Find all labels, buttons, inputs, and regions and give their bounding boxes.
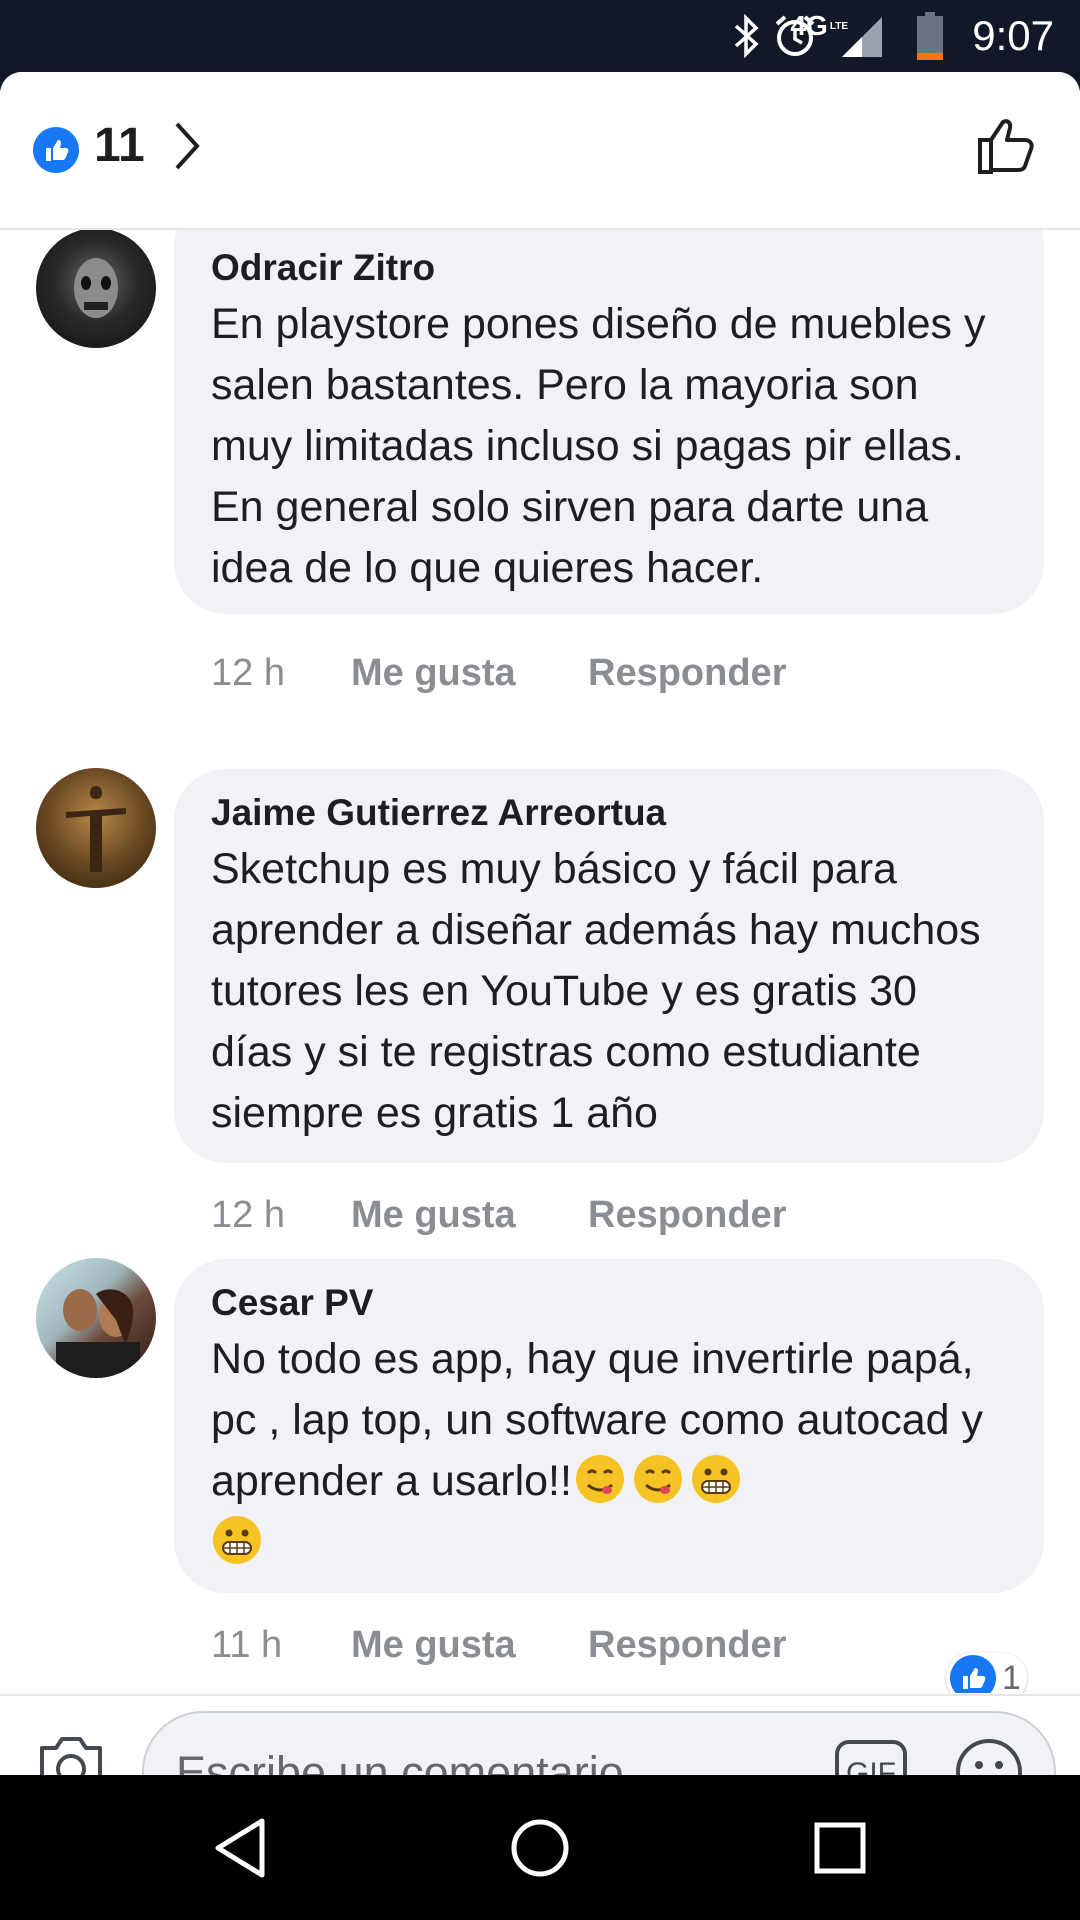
comment-reply-button[interactable]: Responder: [588, 1624, 786, 1667]
comment-text: En playstore pones diseño de muebles y s…: [211, 300, 986, 592]
system-nav-bar: [0, 1775, 1080, 1920]
battery-icon: [916, 0, 944, 72]
emoji-yum-icon: [632, 1453, 684, 1505]
comment-like-button[interactable]: Me gusta: [351, 1194, 516, 1237]
back-button[interactable]: [170, 1775, 310, 1920]
network-label: 4G: [790, 10, 828, 41]
back-icon: [215, 1818, 265, 1877]
bluetooth-icon: [732, 0, 762, 72]
gif-label: GIF: [846, 1757, 896, 1775]
chevron-right-icon[interactable]: [172, 120, 202, 177]
clock: 9:07: [972, 12, 1054, 59]
comment-bubble[interactable]: Cesar PV No todo es app, hay que inverti…: [174, 1259, 1044, 1593]
like-reaction-icon[interactable]: [33, 127, 79, 173]
comment-time: 12 h: [211, 652, 285, 694]
comment-text: No todo es app, hay que invertirle papá,…: [211, 1329, 1008, 1573]
comment-reply-button[interactable]: Responder: [588, 1194, 786, 1237]
avatar[interactable]: [36, 1258, 156, 1378]
thumbs-up-icon: [978, 119, 1034, 174]
comment-author[interactable]: Cesar PV: [211, 1281, 1008, 1325]
emoji-button[interactable]: [954, 1737, 1024, 1775]
recents-button[interactable]: [770, 1775, 910, 1920]
like-reaction-icon: [950, 1655, 996, 1693]
emoji-grin-icon: [211, 1514, 263, 1566]
comment-like-button[interactable]: Me gusta: [351, 1624, 516, 1667]
comments-sheet: 11 Odracir Zitro En playstore pones dise…: [0, 72, 1080, 1775]
comment-reply-button[interactable]: Responder: [588, 652, 786, 695]
camera-button[interactable]: [36, 1734, 106, 1775]
home-button[interactable]: [470, 1775, 610, 1920]
home-icon: [511, 1819, 569, 1876]
reaction-count[interactable]: 11: [94, 118, 145, 173]
comment-composer: GIF: [0, 1694, 1080, 1775]
avatar[interactable]: [36, 228, 156, 348]
emoji-yum-icon: [574, 1453, 626, 1505]
like-post-button[interactable]: [976, 114, 1036, 181]
comment-like-button[interactable]: Me gusta: [351, 652, 516, 695]
comment-time: 12 h: [211, 1194, 285, 1236]
avatar[interactable]: [36, 768, 156, 888]
signal-icon: [840, 0, 884, 72]
smiley-icon: [956, 1739, 1022, 1775]
comment-input[interactable]: [174, 1713, 818, 1775]
comment-text: Sketchup es muy básico y fácil para apre…: [211, 845, 981, 1137]
comment-reaction-count: 1: [1002, 1658, 1021, 1694]
emoji-grin-icon: [690, 1453, 742, 1505]
camera-icon: [40, 1737, 102, 1775]
gif-button[interactable]: GIF: [834, 1739, 908, 1775]
reactions-header: 11: [0, 72, 1080, 230]
comment-author[interactable]: Odracir Zitro: [211, 246, 1008, 290]
recents-icon: [814, 1822, 866, 1873]
comment-input-wrapper[interactable]: GIF: [142, 1711, 1056, 1775]
comment-time: 11 h: [211, 1624, 283, 1666]
comment-reaction-badge[interactable]: 1: [946, 1653, 1027, 1693]
status-bar: 4G LTE 9:07: [0, 0, 1080, 72]
comment-list: Odracir Zitro En playstore pones diseño …: [0, 228, 1080, 1693]
comment-bubble[interactable]: Odracir Zitro En playstore pones diseño …: [174, 228, 1044, 614]
comment-author[interactable]: Jaime Gutierrez Arreortua: [211, 791, 1008, 835]
comment-bubble[interactable]: Jaime Gutierrez Arreortua Sketchup es mu…: [174, 769, 1044, 1163]
